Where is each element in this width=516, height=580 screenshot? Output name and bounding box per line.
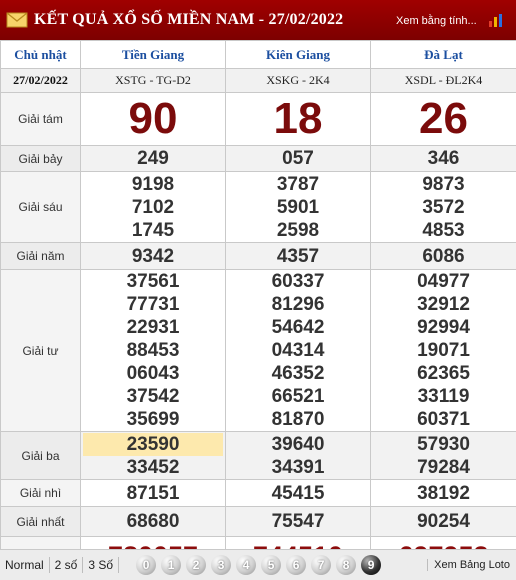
prize-number: 66521 <box>271 386 325 407</box>
prize-number: 9342 <box>131 245 175 267</box>
prize-number: 60371 <box>417 409 470 430</box>
prize-label: Giải nhì <box>0 479 81 507</box>
prize-number: 057 <box>282 148 314 169</box>
prize-number: 87151 <box>126 482 180 504</box>
prize-number: 77731 <box>126 294 180 315</box>
prize-number: 90254 <box>417 511 470 532</box>
prize-row-giai-tam: Giải tám 90 18 26 <box>0 92 516 146</box>
prize-number: 57930 <box>417 433 470 455</box>
prize-number: 6086 <box>422 245 465 267</box>
province-name[interactable]: Tiền Giang <box>80 40 226 69</box>
prize-label: Giải năm <box>0 242 81 270</box>
prize-number: 60337 <box>271 271 325 292</box>
prize-number: 19071 <box>417 340 470 361</box>
prize-row-giai-sau: Giải sáu 9198 7102 1745 3787 5901 2598 9… <box>0 171 516 243</box>
prize-row-giai-nhi: Giải nhì 87151 45415 38192 <box>0 479 516 507</box>
view-loto-table-link[interactable]: Xem Bảng Loto <box>427 559 510 571</box>
view-by-calculator-link[interactable]: Xem bằng tính... <box>396 15 477 27</box>
prize-number: 33119 <box>417 386 470 407</box>
prize-number: 3572 <box>422 196 465 218</box>
prize-number: 26 <box>419 94 468 143</box>
prize-number: 81296 <box>271 294 325 315</box>
option-2-digits[interactable]: 2 số <box>50 557 84 573</box>
prize-number: 4853 <box>422 219 465 241</box>
digit-ball-6[interactable]: 6 <box>286 555 307 575</box>
prize-number: 7102 <box>131 196 175 218</box>
highlighted-prize-number: 23590 <box>83 432 223 456</box>
prize-label: Giải ba <box>0 431 81 480</box>
prize-number: 54642 <box>271 317 325 338</box>
prize-label: Giải nhất <box>0 506 81 537</box>
option-3-digits[interactable]: 3 Số <box>83 557 120 573</box>
option-normal[interactable]: Normal <box>0 557 50 573</box>
digit-filter-group: 0 1 2 3 4 5 6 7 8 9 <box>136 555 382 575</box>
prize-number: 9873 <box>422 173 465 195</box>
digit-ball-0[interactable]: 0 <box>136 555 157 575</box>
prize-number: 62365 <box>417 363 470 384</box>
prize-number: 2598 <box>276 219 320 241</box>
prize-label: Giải bảy <box>0 145 81 172</box>
prize-number: 68680 <box>126 511 180 532</box>
prize-number: 346 <box>427 148 460 169</box>
display-options-bar: Normal 2 số 3 Số 0 1 2 3 4 5 6 7 8 9 Xem… <box>0 549 516 580</box>
prize-number: 04977 <box>417 271 470 292</box>
prize-number: 32912 <box>417 294 470 315</box>
page-title: KẾT QUẢ XỔ SỐ MIỀN NAM - 27/02/2022 <box>34 11 344 28</box>
prize-label: Giải tư <box>0 269 81 432</box>
prize-row-giai-bay: Giải bảy 249 057 346 <box>0 145 516 172</box>
prize-number: 9198 <box>131 173 175 195</box>
results-table: Chủ nhật Tiền Giang Kiên Giang Đà Lạt 27… <box>0 40 516 575</box>
prize-number: 3787 <box>276 173 320 195</box>
digit-ball-8[interactable]: 8 <box>336 555 357 575</box>
digit-ball-9[interactable]: 9 <box>361 555 382 575</box>
chart-icon[interactable] <box>488 13 504 27</box>
results-header: KẾT QUẢ XỔ SỐ MIỀN NAM - 27/02/2022 Xem … <box>0 0 516 40</box>
prize-number: 45415 <box>271 482 325 504</box>
envelope-icon <box>6 12 28 28</box>
province-name[interactable]: Đà Lạt <box>370 40 516 69</box>
prize-number: 5901 <box>276 196 320 218</box>
digit-ball-3[interactable]: 3 <box>211 555 232 575</box>
prize-row-giai-ba: Giải ba 23590 33452 39640 34391 57930 79… <box>0 431 516 480</box>
prize-number: 90 <box>128 94 178 143</box>
prize-number: 79284 <box>417 456 470 478</box>
draw-date: 27/02/2022 <box>0 68 81 93</box>
prize-number: 38192 <box>417 482 470 504</box>
prize-number: 34391 <box>271 456 325 478</box>
prize-number: 22931 <box>126 317 180 338</box>
prize-number: 37561 <box>126 271 180 292</box>
prize-row-giai-nam: Giải năm 9342 4357 6086 <box>0 242 516 270</box>
prize-number: 46352 <box>271 363 325 384</box>
digit-ball-4[interactable]: 4 <box>236 555 257 575</box>
prize-number: 1745 <box>131 219 175 241</box>
ticket-code: XSKG - 2K4 <box>225 68 371 93</box>
ticket-code: XSTG - TG-D2 <box>80 68 226 93</box>
prize-label: Giải tám <box>0 92 81 146</box>
code-row: 27/02/2022 XSTG - TG-D2 XSKG - 2K4 XSDL … <box>0 68 516 93</box>
prize-number: 92994 <box>417 317 470 338</box>
prize-number: 75547 <box>271 511 325 532</box>
province-name[interactable]: Kiên Giang <box>225 40 371 69</box>
prize-number: 4357 <box>276 245 320 267</box>
prize-number: 35699 <box>126 409 180 430</box>
province-row: Chủ nhật Tiền Giang Kiên Giang Đà Lạt <box>0 40 516 69</box>
prize-number: 39640 <box>271 433 325 455</box>
digit-ball-7[interactable]: 7 <box>311 555 332 575</box>
prize-number: 04314 <box>271 340 325 361</box>
prize-row-giai-nhat: Giải nhất 68680 75547 90254 <box>0 506 516 537</box>
prize-number: 81870 <box>271 409 325 430</box>
prize-number: 88453 <box>126 340 180 361</box>
weekday-cell: Chủ nhật <box>0 40 81 69</box>
prize-number: 18 <box>273 94 323 143</box>
prize-number: 33452 <box>126 456 180 478</box>
digit-ball-2[interactable]: 2 <box>186 555 207 575</box>
prize-row-giai-tu: Giải tư 37561 77731 22931 88453 06043 37… <box>0 269 516 432</box>
prize-number: 37542 <box>126 386 180 407</box>
prize-label: Giải sáu <box>0 171 81 243</box>
prize-number: 249 <box>137 148 169 169</box>
prize-number: 06043 <box>126 363 180 384</box>
ticket-code: XSDL - ĐL2K4 <box>370 68 516 93</box>
digit-ball-5[interactable]: 5 <box>261 555 282 575</box>
digit-ball-1[interactable]: 1 <box>161 555 182 575</box>
